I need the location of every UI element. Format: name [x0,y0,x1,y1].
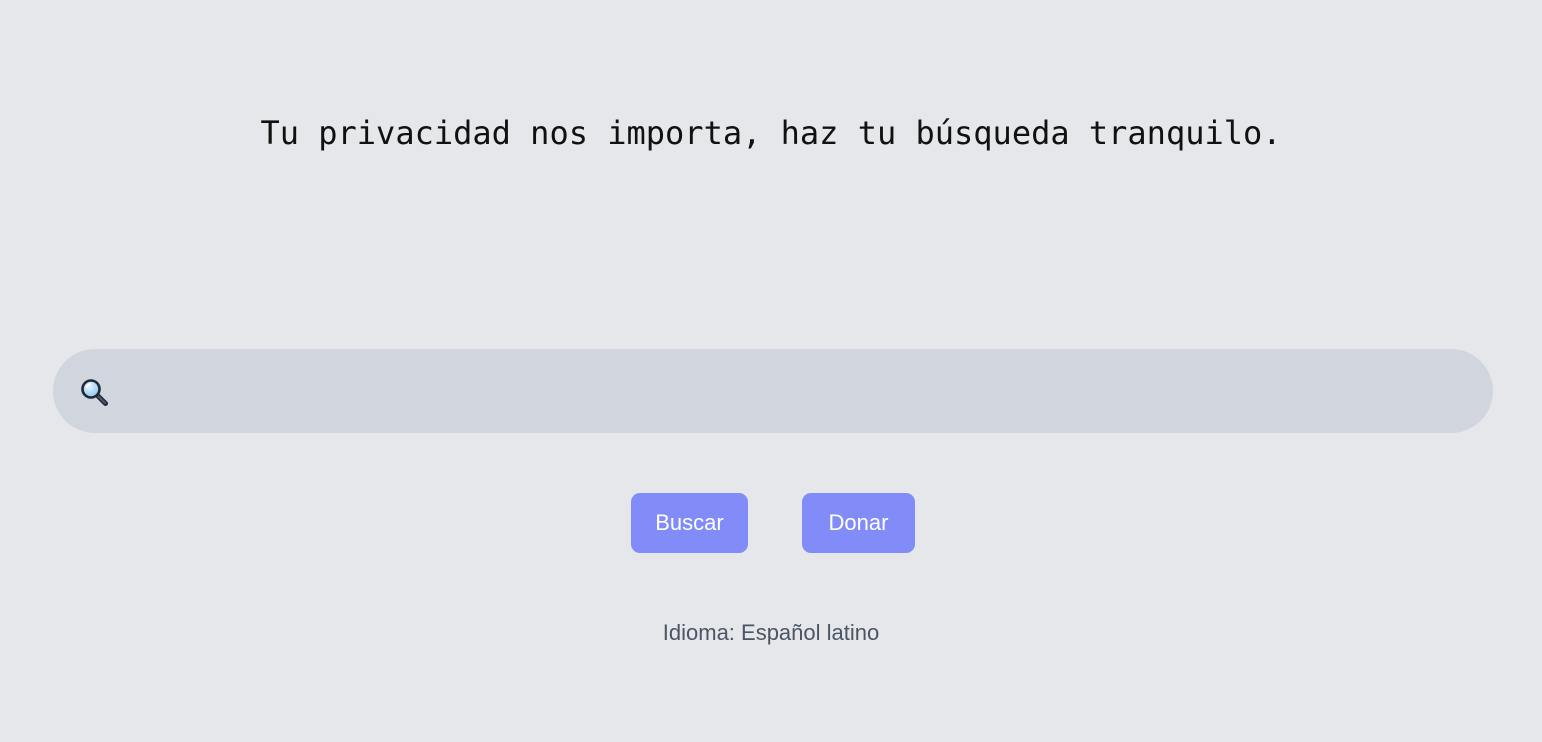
search-bar[interactable] [53,349,1493,433]
language-indicator: Idioma: Español latino [662,620,880,645]
search-input[interactable] [125,349,1465,433]
donate-button[interactable]: Donar [802,493,915,553]
magnifying-glass-icon [79,377,109,407]
page-tagline: Tu privacidad nos importa, haz tu búsque… [260,114,1282,152]
search-button[interactable]: Buscar [631,493,748,553]
